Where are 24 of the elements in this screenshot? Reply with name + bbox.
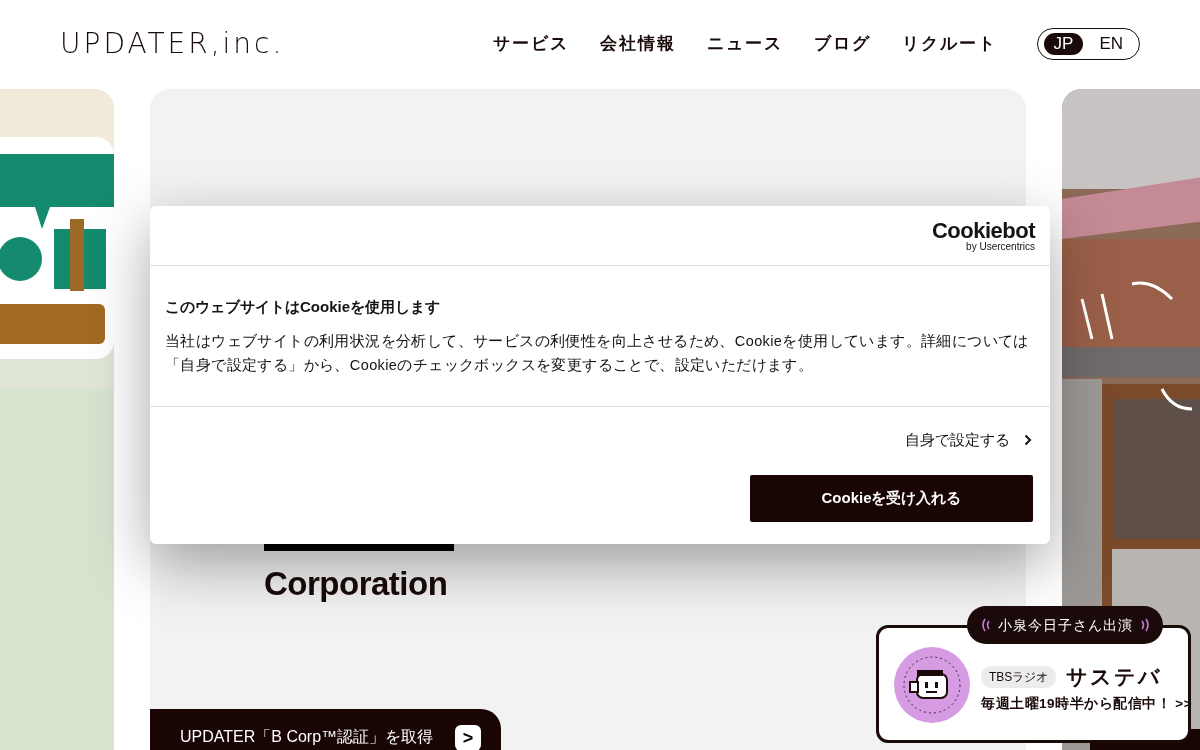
brand-logo: Cookiebot bbox=[931, 219, 1035, 242]
badge-icon bbox=[893, 646, 971, 724]
slide-title: Corporation bbox=[264, 564, 448, 604]
nav-link[interactable]: ブログ bbox=[813, 31, 871, 57]
news-caption[interactable]: UPDATER「B Corp™認証」を取得 bbox=[180, 725, 434, 749]
nav-link[interactable]: サービス bbox=[492, 31, 569, 57]
arrow-button[interactable]: > bbox=[455, 725, 482, 750]
brand-subtitle: by Usercentrics bbox=[966, 241, 1035, 252]
language-option[interactable]: EN bbox=[1089, 33, 1133, 55]
accept-button[interactable]: Cookieを受け入れる bbox=[750, 474, 1033, 522]
program-name: サステバ bbox=[1066, 664, 1163, 690]
settings-link[interactable]: 自身で設定する bbox=[905, 429, 1032, 452]
company-logo[interactable]: UPDATER,inc. bbox=[60, 23, 285, 65]
station-tag: TBSラジオ bbox=[981, 665, 1057, 688]
sound-wave-icon bbox=[979, 617, 992, 633]
nav-link[interactable]: リクルート bbox=[901, 31, 997, 57]
nav-link[interactable]: ニュース bbox=[706, 31, 783, 57]
dialog-text: 当社はウェブサイトの利用状況を分析して、サービスの利便性を向上させるため、Cookieを使用しています。詳細については「自身で設定する」から、Cookieのチェックボックスを変更することで、設定いただけます。 bbox=[165, 331, 1030, 375]
guest-tag: 小泉今日子さん出演 bbox=[997, 614, 1133, 636]
chevron-right-icon bbox=[1024, 434, 1032, 447]
language-option[interactable]: JP bbox=[1043, 33, 1084, 55]
nav-link[interactable]: 会社情報 bbox=[599, 31, 676, 57]
dialog-title: このウェブサイトはCookieを使用します bbox=[165, 297, 441, 317]
sound-wave-icon bbox=[1138, 617, 1151, 633]
